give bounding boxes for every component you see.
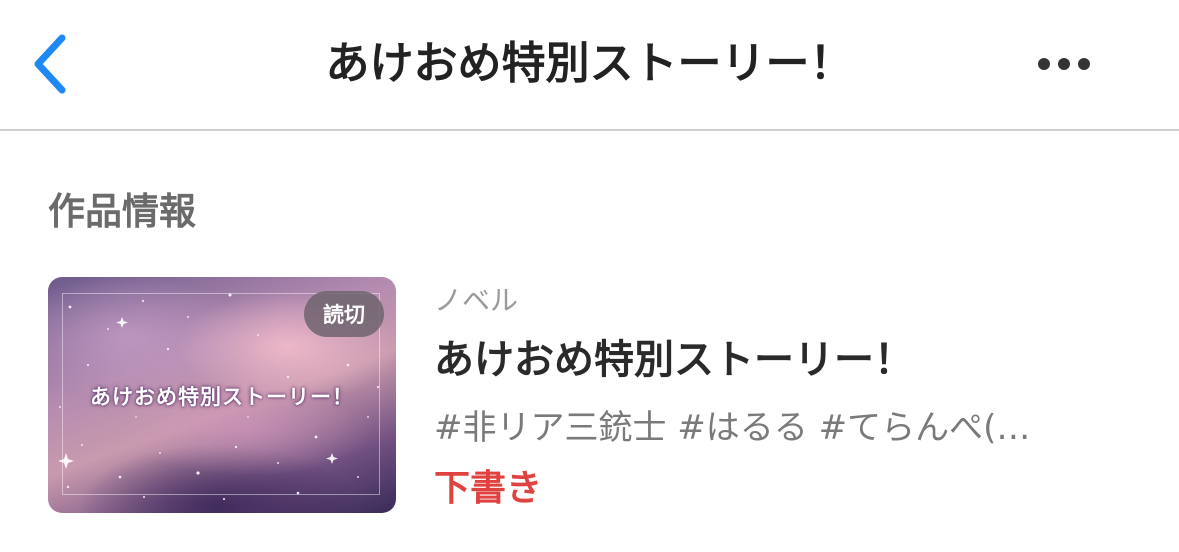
back-button[interactable]	[18, 28, 82, 100]
ellipsis-icon	[1058, 58, 1070, 70]
chevron-left-icon	[34, 34, 66, 94]
work-category: ノベル	[434, 284, 519, 317]
ellipsis-icon	[1078, 58, 1090, 70]
work-card[interactable]: あけおめ特別ストーリー！ 読切 ノベル あけおめ特別ストーリー！ #非リア三銃士…	[48, 277, 1148, 513]
status-badge: 下書き	[434, 468, 543, 509]
cover-image[interactable]: あけおめ特別ストーリー！ 読切	[48, 277, 396, 513]
navigation-bar: あけおめ特別ストーリー！	[0, 0, 1179, 131]
oneshot-badge: 読切	[304, 291, 384, 337]
work-tags[interactable]: #非リア三銃士 #はるる #てらんぺ(…	[434, 405, 1104, 451]
cover-title-text: あけおめ特別ストーリー！	[90, 384, 354, 409]
section-heading: 作品情報	[48, 190, 196, 233]
more-options-button[interactable]	[1026, 40, 1102, 88]
work-title[interactable]: あけおめ特別ストーリー！	[434, 333, 914, 387]
page-title: あけおめ特別ストーリー！	[325, 38, 854, 89]
ellipsis-icon	[1038, 58, 1050, 70]
